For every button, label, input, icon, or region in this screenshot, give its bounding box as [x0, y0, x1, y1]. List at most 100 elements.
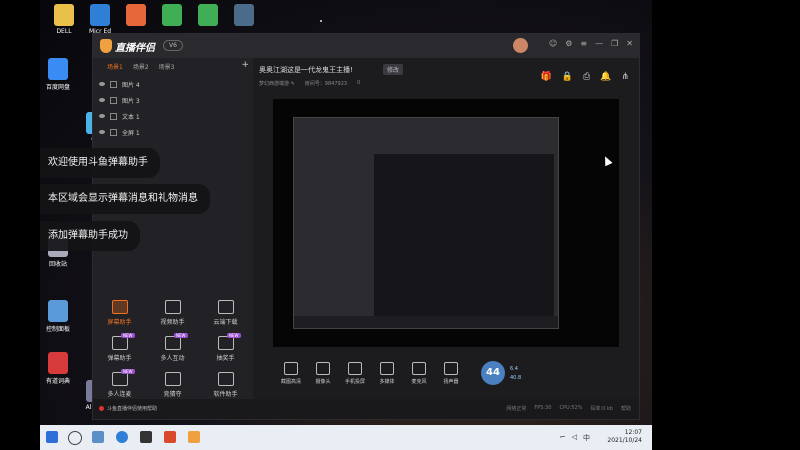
speed-indicator: 44	[481, 361, 505, 385]
eye-icon[interactable]	[99, 98, 105, 102]
tab-scene-1[interactable]: 场景1	[107, 62, 123, 71]
edit-title-button[interactable]: 修改	[383, 64, 404, 75]
desktop-icon-label: 回收站	[48, 261, 67, 268]
tool-icon	[217, 300, 234, 314]
desktop-icon-label: 控制面板	[45, 326, 70, 333]
tool-icon: NEW	[111, 333, 135, 350]
desktop-icon[interactable]: Micr Ed	[80, 4, 120, 35]
version-badge[interactable]: V6	[163, 40, 183, 51]
restore-icon[interactable]: ❐	[611, 39, 618, 48]
tool-label: 多人互动	[160, 355, 185, 362]
app-titlebar: 直播伴侣 V6 ☺ ⚙ ≡ — ❐ ✕	[93, 34, 639, 58]
checkbox[interactable]	[110, 80, 117, 88]
tool-label: 弹幕助手	[107, 355, 132, 362]
desktop-icon[interactable]: 控制面板	[40, 300, 78, 333]
network-icon[interactable]: ⌐	[560, 433, 566, 443]
source-item[interactable]: 全屏 1	[93, 124, 253, 140]
bottom-tool-button[interactable]: 多媒体	[369, 362, 405, 385]
bottom-tool-button[interactable]: 摄像头	[305, 362, 341, 385]
save-icon[interactable]: ⎙	[583, 72, 590, 82]
checkbox[interactable]	[110, 128, 117, 136]
tool-row: 屏幕助手 视频助手 云端下载	[93, 296, 253, 332]
add-scene-icon[interactable]: +	[241, 60, 249, 70]
tool-label: 软件助手	[213, 391, 238, 398]
lock-icon[interactable]: 🔒	[562, 72, 573, 82]
tool-button[interactable]: 云端下载	[199, 296, 252, 332]
desktop-icon-label: DELL	[56, 28, 72, 35]
file-explorer-icon[interactable]	[92, 431, 104, 443]
source-list: 图片 4 图片 3 文本 1 全屏 1	[93, 76, 253, 140]
source-item[interactable]: 图片 4	[93, 76, 253, 92]
eye-icon[interactable]	[99, 82, 105, 86]
eye-icon[interactable]	[99, 130, 105, 134]
desktop-icon[interactable]: 有道词典	[40, 352, 78, 385]
danmaku-toast: 添加弹幕助手成功	[40, 221, 140, 251]
eye-icon[interactable]	[99, 114, 105, 118]
desktop-icon[interactable]	[224, 4, 264, 28]
desktop-icon[interactable]: 百度网盘	[40, 58, 78, 91]
tool-button[interactable]: NEW 弹幕助手	[93, 332, 146, 368]
checkbox[interactable]	[110, 96, 117, 104]
new-badge: NEW	[227, 333, 241, 338]
bottom-tool-label: 摄像头	[315, 379, 331, 385]
bottom-tool-button[interactable]: 麦克风	[401, 362, 437, 385]
recursive-taskbar	[294, 316, 558, 328]
search-icon[interactable]	[68, 431, 82, 445]
app-icon[interactable]	[140, 431, 152, 443]
status-metrics: 网络正常 FPS:30 CPU:52% 码率:0 kb 帮助	[506, 405, 631, 412]
tab-scene-3[interactable]: 场景3	[159, 62, 175, 71]
desktop-icon[interactable]: DELL	[44, 4, 84, 35]
settings-icon[interactable]: ⚙	[565, 39, 572, 48]
source-item[interactable]: 文本 1	[93, 108, 253, 124]
clock[interactable]: 12:07 2021/10/24	[607, 429, 642, 445]
stream-preview[interactable]	[273, 99, 619, 347]
danmaku-toast: 欢迎使用斗鱼弹幕助手	[40, 148, 160, 178]
tool-icon: NEW	[217, 333, 241, 350]
douyu-icon[interactable]	[164, 431, 176, 443]
bottom-tool-label: 麦克风	[411, 379, 427, 385]
game-category[interactable]: 梦幻西游端游 ✎	[259, 80, 295, 87]
bell-icon[interactable]: 🔔	[600, 72, 611, 82]
help-link[interactable]: 斗鱼直播伴侣使用帮助	[99, 405, 157, 412]
checkbox[interactable]	[110, 112, 117, 120]
close-icon[interactable]: ✕	[626, 39, 633, 48]
tool-icon: NEW	[111, 369, 135, 386]
start-icon[interactable]	[46, 431, 58, 443]
desktop-icon-label: 百度网盘	[45, 84, 70, 91]
bottom-tool-button[interactable]: 手机投屏	[337, 362, 373, 385]
edge-icon[interactable]	[116, 431, 128, 443]
new-badge: NEW	[121, 333, 135, 338]
tool-button[interactable]: 屏幕助手	[93, 296, 146, 332]
menu-icon[interactable]: ≡	[580, 39, 587, 48]
tool-button[interactable]: NEW 多人互动	[146, 332, 199, 368]
user-icon[interactable]: ☺	[549, 39, 557, 48]
star	[320, 20, 322, 22]
tool-grid: 屏幕助手 视频助手 云端下载 NEW 弹幕助手 NEW 多人互动 NEW 抽奖手 NEW 多人连麦 竞…	[93, 296, 253, 404]
source-item[interactable]: 图片 3	[93, 92, 253, 108]
desktop-app-icon	[48, 352, 68, 374]
minimize-icon[interactable]: —	[595, 39, 603, 48]
avatar[interactable]	[513, 38, 528, 53]
desktop-icon[interactable]	[116, 4, 156, 28]
clock-time: 12:07	[624, 429, 642, 436]
new-badge: NEW	[174, 333, 188, 338]
language-indicator[interactable]: 中	[583, 433, 590, 443]
desktop-app-icon	[126, 4, 146, 26]
tool-button[interactable]: 视频助手	[146, 296, 199, 332]
tool-button[interactable]: NEW 抽奖手	[199, 332, 252, 368]
upload-speed: 6.4	[510, 366, 518, 372]
bottom-tool-button[interactable]: 截图高清	[273, 362, 309, 385]
status-item: 网络正常	[506, 406, 527, 412]
volume-icon[interactable]: ◁	[572, 433, 577, 443]
share-icon[interactable]: ⋔	[621, 72, 629, 82]
desktop-app-icon	[198, 4, 218, 26]
tool-icon	[164, 300, 181, 314]
room-title[interactable]: 奥奥江湖这是一代龙鬼王主播!	[259, 65, 353, 75]
live-companion-taskbar-icon[interactable]	[188, 431, 200, 443]
desktop-icon[interactable]	[188, 4, 228, 28]
tab-scene-2[interactable]: 场景2	[133, 62, 149, 71]
tool-row: NEW 弹幕助手 NEW 多人互动 NEW 抽奖手	[93, 332, 253, 368]
bottom-tool-button[interactable]: 扬声器	[433, 362, 469, 385]
desktop-icon[interactable]	[152, 4, 192, 28]
gift-icon[interactable]: 🎁	[541, 72, 552, 82]
